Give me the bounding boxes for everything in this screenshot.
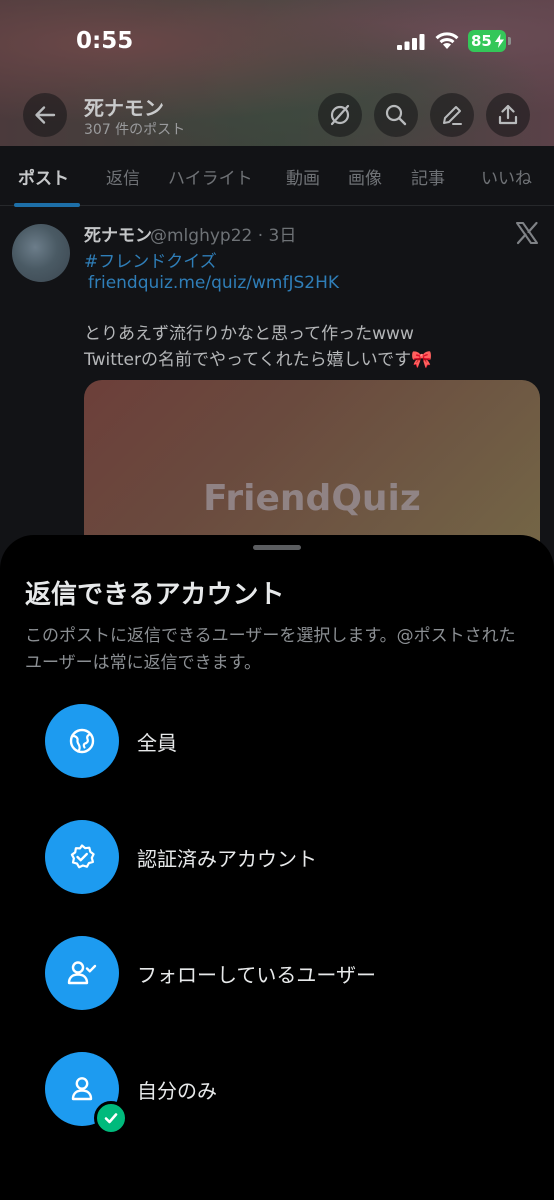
share-icon xyxy=(498,104,518,125)
status-bar: 0:55 85 xyxy=(0,0,554,84)
tab-posts[interactable]: ポスト xyxy=(18,164,69,189)
post-url-link[interactable]: friendquiz.me/quiz/wmfJS2HK xyxy=(88,273,339,293)
battery-level: 85 xyxy=(471,32,492,50)
header-post-count: 307 件のポスト xyxy=(84,122,186,138)
verified-badge-icon xyxy=(70,844,95,869)
option-icon-circle xyxy=(45,820,119,894)
charging-bolt-icon xyxy=(495,34,504,48)
option-verified-accounts[interactable]: 認証済みアカウント xyxy=(45,820,525,894)
cellular-signal-icon xyxy=(397,34,425,50)
person-icon xyxy=(71,1077,93,1101)
globe-icon xyxy=(69,728,95,754)
search-icon xyxy=(385,104,407,126)
option-everyone[interactable]: 全員 xyxy=(45,704,525,778)
option-label: 認証済みアカウント xyxy=(137,847,317,871)
option-label: フォローしているユーザー xyxy=(137,963,376,987)
option-icon-circle xyxy=(45,936,119,1010)
post-text-line: Twitterの名前でやってくれたら嬉しいです🎀 xyxy=(84,350,433,370)
sheet-drag-handle[interactable] xyxy=(253,545,301,550)
sheet-title: 返信できるアカウント xyxy=(25,580,285,610)
tab-likes[interactable]: いいね xyxy=(481,164,532,189)
back-button[interactable] xyxy=(23,93,67,137)
post-author-handle: @mlghyp22 · 3日 xyxy=(150,226,297,246)
post-text-line: とりあえず流行りかなと思って作ったwww xyxy=(84,324,414,344)
post-author-avatar[interactable] xyxy=(12,224,70,282)
pencil-icon xyxy=(443,106,462,125)
grok-button[interactable] xyxy=(318,93,362,137)
x-logo-icon xyxy=(516,221,538,245)
tab-videos[interactable]: 動画 xyxy=(286,164,320,189)
active-tab-indicator xyxy=(14,203,80,207)
edit-profile-button[interactable] xyxy=(430,93,474,137)
battery-indicator: 85 xyxy=(468,30,506,52)
link-card-title: FriendQuiz xyxy=(203,478,421,519)
share-button[interactable] xyxy=(486,93,530,137)
tab-highlights[interactable]: ハイライト xyxy=(168,164,253,189)
post-body-text: とりあえず流行りかなと思って作ったwww Twitterの名前でやってくれたら嬉… xyxy=(84,321,534,373)
grok-icon xyxy=(330,104,350,126)
option-icon-circle xyxy=(45,704,119,778)
profile-tabs: ポスト 返信 ハイライト 動画 画像 記事 いいね xyxy=(0,146,554,207)
option-label: 全員 xyxy=(137,731,177,755)
tab-images[interactable]: 画像 xyxy=(348,164,382,189)
search-button[interactable] xyxy=(374,93,418,137)
status-time: 0:55 xyxy=(76,28,134,54)
battery-tip xyxy=(508,37,511,45)
header-profile-name: 死ナモン xyxy=(84,96,164,120)
person-check-icon xyxy=(67,961,97,985)
tab-articles[interactable]: 記事 xyxy=(411,164,445,189)
wifi-icon xyxy=(435,32,459,49)
option-label: 自分のみ xyxy=(137,1079,217,1103)
tab-replies[interactable]: 返信 xyxy=(106,164,140,189)
checkmark-icon xyxy=(104,1113,118,1124)
option-following-users[interactable]: フォローしているユーザー xyxy=(45,936,525,1010)
post-author-name[interactable]: 死ナモン xyxy=(84,221,152,246)
sheet-description: このポストに返信できるユーザーを選択します。@ポストされたユーザーは常に返信でき… xyxy=(25,626,516,673)
post-hashtag-link[interactable]: #フレンドクイズ xyxy=(84,247,217,272)
selected-check-badge xyxy=(94,1101,128,1135)
arrow-left-icon xyxy=(35,106,56,124)
option-only-me[interactable]: 自分のみ xyxy=(45,1052,525,1135)
reply-settings-sheet: 返信できるアカウント このポストに返信できるユーザーを選択します。@ポストされた… xyxy=(0,535,554,1200)
